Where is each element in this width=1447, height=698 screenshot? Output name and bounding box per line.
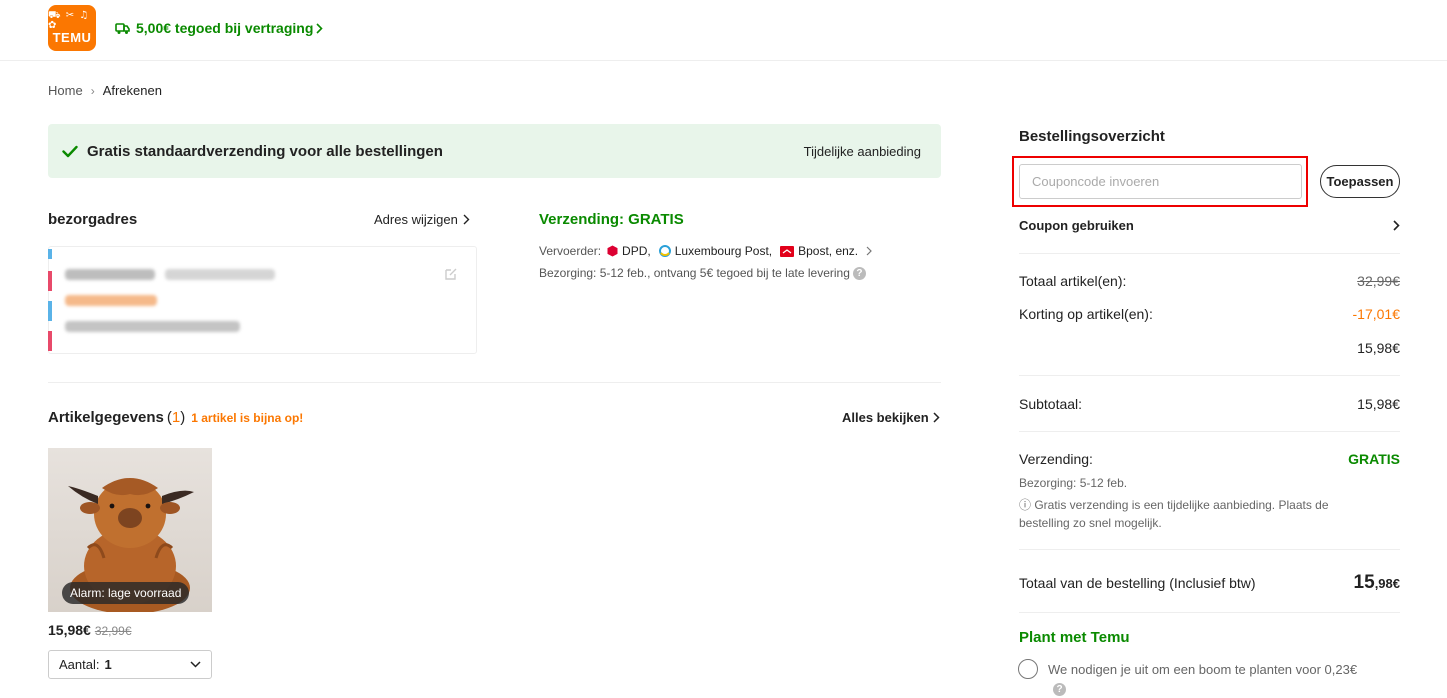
chevron-right-icon (316, 22, 324, 34)
delivery-text: Bezorging: 5-12 feb., ontvang 5€ tegoed … (539, 266, 850, 280)
discount-row: Korting op artikel(en): -17,01€ (1019, 306, 1400, 322)
banner-text: Gratis standaardverzending voor alle bes… (87, 142, 443, 160)
address-card[interactable] (48, 246, 477, 354)
blurred-street (65, 295, 157, 306)
carrier-luxpost: Luxembourg Post, (658, 244, 773, 258)
order-total-value: 15,98€ (1354, 572, 1400, 594)
chevron-right-icon (463, 214, 470, 225)
blurred-name (65, 269, 155, 280)
top-header: ⛟ ✂ ♫ ✿ TEMU 5,00€ tegoed bij vertraging (0, 0, 1447, 61)
chevron-right-icon (1393, 220, 1400, 231)
after-discount-value: 15,98€ (1357, 340, 1400, 356)
plant-tree-title: Plant met Temu (1019, 629, 1130, 646)
shipping-title: Verzending: GRATIS (539, 211, 684, 228)
dpd-icon (607, 245, 618, 257)
items-count-close: ) (180, 409, 186, 426)
breadcrumb-separator: › (90, 83, 95, 98)
summary-divider (1019, 431, 1400, 432)
carrier-luxpost-name: Luxembourg Post, (674, 244, 773, 258)
chevron-right-icon (866, 246, 873, 256)
summary-divider (1019, 612, 1400, 613)
blurred-city (65, 321, 240, 332)
free-shipping-banner: Gratis standaardverzending voor alle bes… (48, 124, 941, 178)
items-count: (1) (167, 409, 185, 426)
low-stock-tag: Alarm: lage voorraad (62, 582, 190, 604)
help-icon[interactable]: ? (852, 266, 866, 280)
logo-glyphs: ⛟ ✂ ♫ ✿ (48, 10, 90, 31)
items-title: Artikelgegevens (48, 409, 164, 426)
blurred-phone (165, 269, 275, 280)
section-divider (48, 382, 941, 383)
order-total-decimal: ,98€ (1374, 576, 1400, 591)
total-items-row: Totaal artikel(en): 32,99€ (1019, 273, 1400, 289)
discount-label: Korting op artikel(en): (1019, 306, 1153, 322)
carrier-dpd: DPD, (607, 244, 651, 258)
price-original: 32,99€ (94, 624, 132, 638)
delivery-info: Bezorging: 5-12 feb., ontvang 5€ tegoed … (539, 266, 866, 280)
carrier-info[interactable]: Vervoerder: DPD, Luxembourg Post, Bpost,… (539, 244, 873, 258)
use-coupon-row[interactable]: Coupon gebruiken (1019, 218, 1400, 233)
items-header: Artikelgegevens (1) 1 artikel is bijna o… (48, 409, 303, 426)
truck-icon (115, 22, 130, 34)
subtotal-label: Subtotaal: (1019, 396, 1083, 412)
total-items-label: Totaal artikel(en): (1019, 273, 1127, 289)
view-all-link[interactable]: Alles bekijken (842, 410, 940, 425)
chevron-right-icon (933, 412, 940, 423)
order-summary-title: Bestellingsoverzicht (1019, 128, 1165, 145)
bpost-icon (780, 245, 795, 257)
summary-divider (1019, 253, 1400, 254)
carrier-label: Vervoerder: (539, 244, 602, 258)
breadcrumb: Home › Afrekenen (48, 83, 162, 98)
logo-text: TEMU (52, 30, 92, 45)
order-total-label: Totaal van de bestelling (Inclusief btw) (1019, 575, 1256, 591)
coupon-code-input[interactable] (1019, 164, 1302, 199)
price-current: 15,98€ (48, 622, 91, 638)
temu-logo[interactable]: ⛟ ✂ ♫ ✿ TEMU (48, 5, 96, 51)
carrier-bpost-name: Bpost, enz. (798, 244, 859, 258)
quantity-select[interactable]: Aantal: 1 (48, 650, 212, 679)
edit-icon[interactable] (444, 267, 458, 281)
quantity-value: 1 (104, 657, 112, 672)
subtotal-value: 15,98€ (1357, 396, 1400, 412)
chevron-down-icon (190, 661, 201, 668)
address-title: bezorgadres (48, 211, 138, 228)
shipping-value: GRATIS (1348, 451, 1400, 467)
items-count-number: 1 (171, 409, 181, 426)
subtotal-row: Subtotaal: 15,98€ (1019, 396, 1400, 412)
order-total-integer: 15 (1353, 572, 1375, 593)
help-icon[interactable]: ? (1053, 683, 1066, 696)
apply-coupon-button[interactable]: Toepassen (1320, 165, 1400, 198)
delay-credit-link[interactable]: 5,00€ tegoed bij vertraging (115, 20, 329, 36)
banner-offer-label: Tijdelijke aanbieding (803, 143, 921, 159)
carrier-bpost: Bpost, enz. (780, 244, 858, 258)
use-coupon-label: Coupon gebruiken (1019, 218, 1134, 233)
summary-divider (1019, 375, 1400, 376)
plant-tree-text: We nodigen je uit om een boom te planten… (1048, 662, 1358, 677)
shipping-offer-note: ⓘ Gratis verzending is een tijdelijke aa… (1019, 498, 1329, 530)
carrier-dpd-name: DPD, (622, 244, 651, 258)
low-stock-warning: 1 artikel is bijna op! (191, 411, 304, 425)
shipping-row: Verzending: GRATIS (1019, 451, 1400, 467)
quantity-label: Aantal: (59, 657, 100, 672)
plant-tree-radio[interactable] (1018, 659, 1038, 679)
product-image[interactable]: Alarm: lage voorraad (48, 448, 212, 612)
breadcrumb-home[interactable]: Home (48, 83, 83, 98)
order-total-row: Totaal van de bestelling (Inclusief btw)… (1019, 572, 1400, 594)
summary-divider (1019, 549, 1400, 550)
address-card-stripe (48, 247, 52, 355)
change-address-label: Adres wijzigen (374, 212, 458, 227)
luxembourg-post-icon (658, 245, 671, 257)
shipping-delivery-note: Bezorging: 5-12 feb. (1019, 476, 1128, 490)
discount-value: -17,01€ (1352, 306, 1400, 322)
after-discount-row: 15,98€ (1019, 340, 1400, 356)
check-icon (62, 145, 78, 157)
product-price: 15,98€ 32,99€ (48, 622, 132, 638)
promo-text: 5,00€ tegoed bij vertraging (136, 20, 314, 36)
breadcrumb-current: Afrekenen (102, 83, 162, 98)
change-address-link[interactable]: Adres wijzigen (374, 212, 470, 227)
view-all-label: Alles bekijken (842, 410, 929, 425)
shipping-label: Verzending: (1019, 451, 1093, 467)
total-items-value: 32,99€ (1357, 273, 1400, 289)
